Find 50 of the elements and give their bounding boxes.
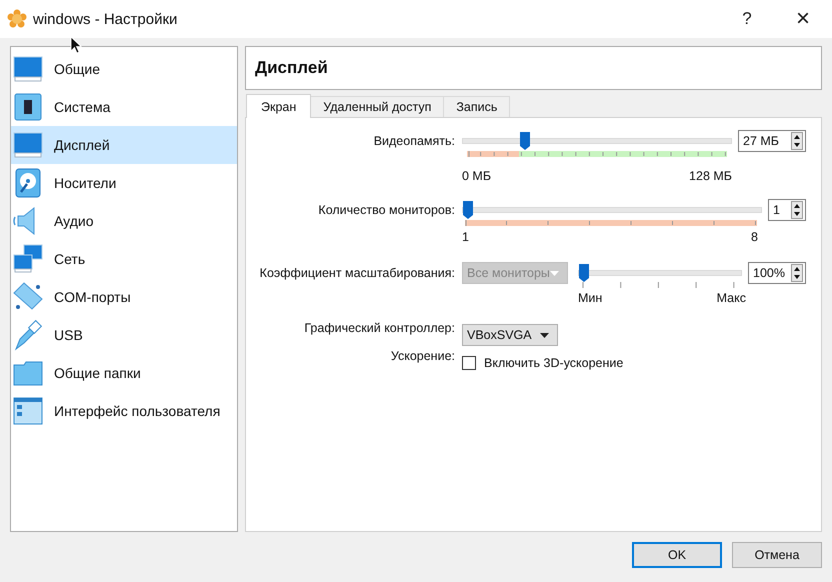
stepper-icon[interactable] [791,201,803,219]
caret-icon [540,332,549,338]
caret-icon [550,270,559,276]
slider-track[interactable] [462,200,762,220]
tab[interactable]: Запись [443,96,510,117]
max-label: Макс [716,291,746,305]
sidebar-item[interactable]: Общие [11,50,237,88]
field-label: Видеопамять: [372,134,455,148]
field-label: Коэффициент масштабирования: [258,266,455,280]
min-label: Мин [578,291,602,305]
field-label: Количество мониторов: [317,203,455,217]
sidebar-item[interactable]: Сеть [11,240,237,278]
slider-thumb[interactable] [462,200,474,220]
min-label: 1 [462,230,469,244]
max-label: 128 МБ [689,169,732,183]
close-button[interactable]: × [780,4,826,34]
help-button[interactable]: ? [724,4,770,34]
slider-thumb[interactable] [518,131,531,151]
ok-button[interactable]: OK [632,542,722,568]
stepper-icon[interactable] [791,132,803,150]
tab[interactable]: Экран [246,94,312,118]
min-label: 0 МБ [462,169,492,183]
tab[interactable]: Удаленный доступ [310,96,444,117]
sidebar-item[interactable]: USB [11,316,237,354]
window-title: windows - Настройки [33,10,178,28]
spin-box[interactable]: 1 [768,199,806,221]
max-label: 8 [751,230,758,244]
spin-box[interactable]: 27 МБ [738,130,806,152]
sidebar-item[interactable]: Система [11,88,237,126]
sidebar-item[interactable]: Дисплей [11,126,237,164]
sidebar-item[interactable]: Общие папки [11,354,237,392]
chip-icon [12,91,44,123]
sidebar-item[interactable]: Носители [11,164,237,202]
page-title: Дисплей [255,58,328,78]
cancel-button[interactable]: Отмена [732,542,822,568]
slider-thumb[interactable] [578,263,590,283]
app-icon [7,9,27,29]
sidebar-item[interactable]: Аудио [11,202,237,240]
sidebar-item[interactable]: Интерфейс пользователя [11,392,237,430]
checkbox-label[interactable]: Включить 3D-ускорение [484,356,624,370]
slider-track[interactable] [462,131,732,151]
checkbox[interactable] [462,356,476,370]
window-icon [12,395,44,427]
spin-box[interactable]: 100% [748,262,806,284]
sidebar-item[interactable]: COM-порты [11,278,237,316]
slider-track[interactable] [578,263,742,283]
controller-dropdown[interactable]: VBoxSVGA [462,324,558,346]
field-label: Графический контроллер: [303,321,455,337]
stepper-icon[interactable] [791,264,803,282]
field-label: Ускорение: [390,349,455,365]
